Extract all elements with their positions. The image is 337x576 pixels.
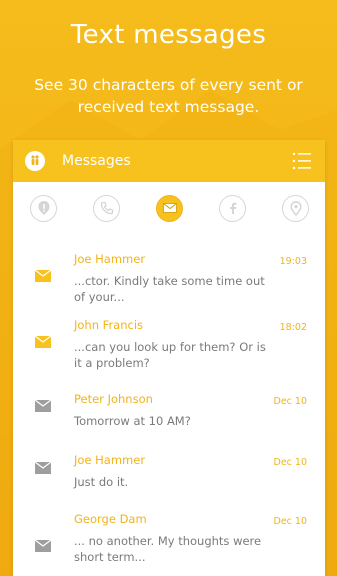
message-time: Dec 10 [273, 457, 308, 468]
envelope-icon [35, 400, 51, 412]
message-preview: ...ctor. Kindly take some time out of yo… [74, 274, 265, 304]
message-list: Joe Hammer 19:03 ...ctor. Kindly take so… [13, 234, 325, 574]
message-preview: ... no another. My thoughts were short t… [74, 534, 262, 564]
message-sender: John Francis [74, 318, 144, 332]
message-preview: Tomorrow at 10 AM? [74, 414, 191, 428]
message-time: 18:02 [279, 322, 307, 333]
facebook-icon [229, 202, 236, 214]
message-item[interactable]: Joe Hammer Dec 10 Just do it. [13, 438, 325, 498]
tab-location[interactable] [282, 194, 309, 222]
envelope-icon [35, 270, 51, 282]
child-logo-icon[interactable] [25, 151, 45, 171]
header-title: Messages [62, 153, 131, 169]
message-item[interactable]: George Dam Dec 10 ... no another. My tho… [13, 498, 325, 574]
message-sender: Peter Johnson [74, 392, 153, 406]
tab-calls[interactable] [93, 194, 120, 222]
message-preview: ...can you look up for them? Or is it a … [74, 340, 266, 370]
category-tabs [13, 182, 325, 234]
menu-icon[interactable] [291, 150, 313, 172]
envelope-icon [162, 203, 177, 213]
tab-alerts[interactable] [30, 194, 57, 222]
message-item[interactable]: Joe Hammer 19:03 ...ctor. Kindly take so… [13, 234, 325, 304]
promo-subtitle: See 30 characters of every sent or recei… [34, 76, 303, 116]
message-time: Dec 10 [273, 396, 308, 407]
message-preview: Just do it. [74, 475, 129, 489]
message-sender: Joe Hammer [74, 453, 146, 467]
message-sender: Joe Hammer [74, 252, 146, 266]
tab-facebook[interactable] [219, 194, 246, 222]
message-time: 19:03 [279, 256, 307, 267]
envelope-icon [35, 540, 51, 552]
promo-title: Text messages [70, 20, 267, 50]
message-time: Dec 10 [273, 516, 308, 527]
location-pin-icon [289, 200, 302, 216]
tab-messages[interactable] [156, 194, 183, 222]
envelope-icon [35, 336, 51, 348]
app-header: Messages [13, 140, 325, 182]
message-sender: George Dam [74, 512, 147, 526]
messages-card: Messages Joe Hammer 19:03 ...ctor. Kindl… [13, 140, 325, 576]
envelope-icon [35, 462, 51, 474]
phone-icon [100, 201, 113, 215]
message-item[interactable]: John Francis 18:02 ...can you look up fo… [13, 304, 325, 378]
alert-icon [38, 201, 49, 215]
message-item[interactable]: Peter Johnson Dec 10 Tomorrow at 10 AM? [13, 378, 325, 438]
